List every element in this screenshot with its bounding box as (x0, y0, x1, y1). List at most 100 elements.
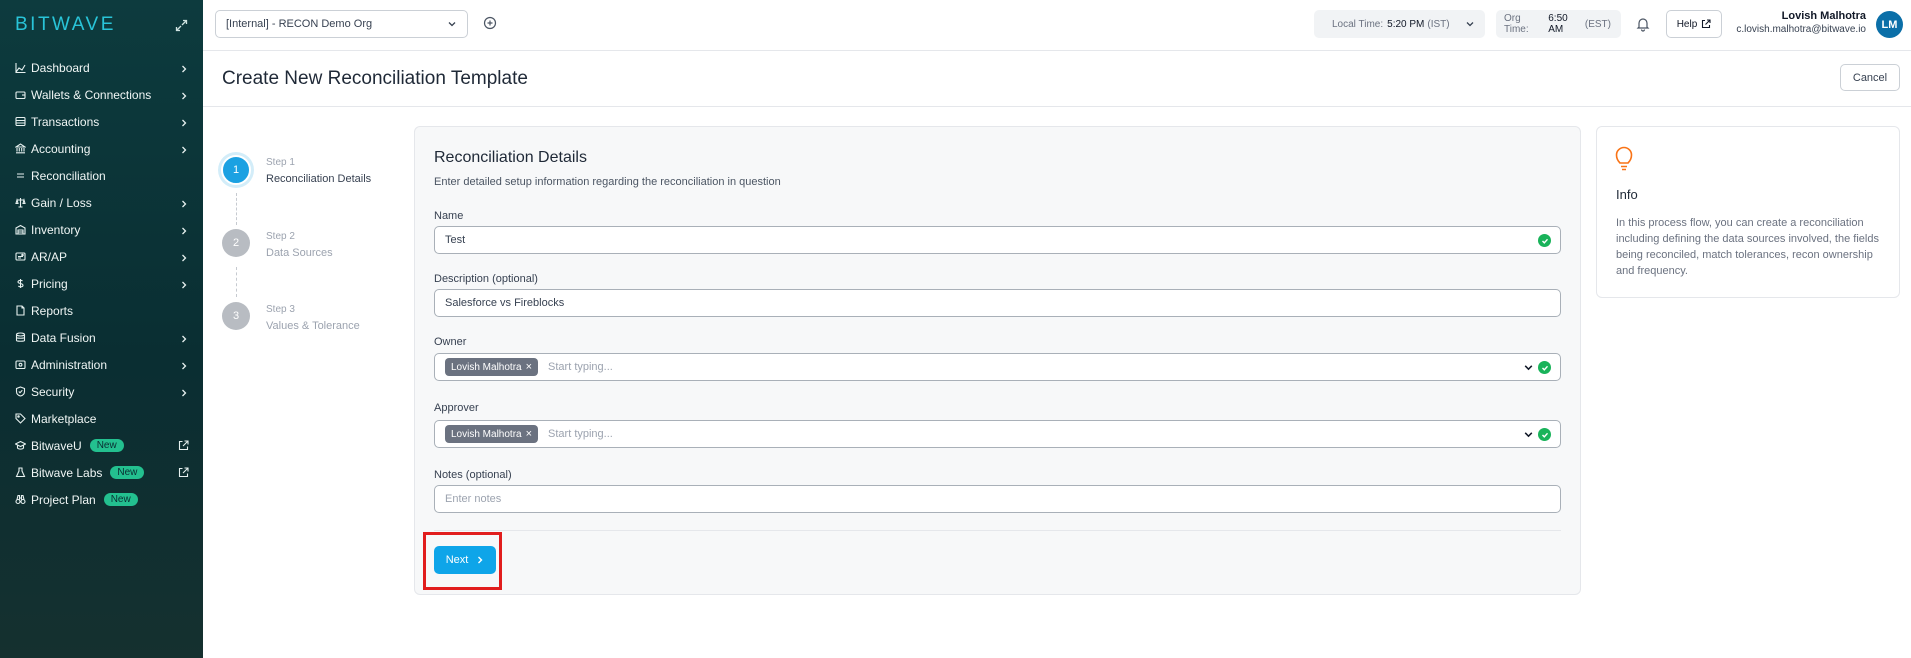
flask-icon (15, 467, 26, 478)
sidebar-item-label: Project Plan (31, 492, 96, 507)
chevron-right-icon (179, 252, 189, 262)
notes-field[interactable]: Enter notes (434, 485, 1561, 513)
sidebar-item-project-plan[interactable]: Project Plan New (0, 486, 203, 513)
owner-select[interactable]: Lovish Malhotra × Start typing... (434, 353, 1561, 381)
reconciliation-details-form: Reconciliation Details Enter detailed se… (414, 126, 1581, 595)
table-icon (15, 116, 26, 127)
step-connector (236, 193, 237, 225)
sidebar-item-accounting[interactable]: Accounting (0, 135, 203, 162)
description-label: Description (optional) (434, 273, 538, 285)
owner-placeholder: Start typing... (548, 361, 613, 373)
add-org-icon[interactable] (483, 16, 497, 30)
sidebar-item-bitwaveu[interactable]: BitwaveU New (0, 432, 203, 459)
form-title: Reconciliation Details (434, 149, 587, 166)
avatar[interactable]: LM (1876, 11, 1903, 38)
new-badge: New (103, 493, 138, 506)
sidebar-item-label: Gain / Loss (31, 195, 92, 210)
sidebar-nav: Dashboard Wallets & Connections Transactio… (0, 50, 203, 513)
step-3-circle: 3 (222, 302, 250, 330)
sidebar-item-label: Marketplace (31, 411, 97, 426)
bitwave-logo[interactable]: BITWAVE (15, 14, 116, 36)
sidebar-item-label: Reports (31, 303, 74, 318)
step-2-circle: 2 (222, 229, 250, 257)
chevron-right-icon (179, 117, 189, 127)
org-time-value: 6:50 AM (1548, 13, 1568, 35)
user-name: Lovish Malhotra (1781, 10, 1866, 22)
chevron-right-icon (179, 63, 189, 73)
sidebar-item-label: Wallets & Connections (31, 87, 152, 102)
next-label: Next (445, 554, 469, 566)
user-email: c.lovish.malhotra@bitwave.io (1736, 24, 1866, 35)
cancel-button[interactable]: Cancel (1840, 64, 1900, 91)
step-3-title: Values & Tolerance (266, 320, 360, 332)
remove-chip-icon[interactable]: × (526, 428, 532, 440)
local-time-label: Local Time: (1332, 18, 1384, 30)
shield-icon (15, 386, 26, 397)
chevron-right-icon (478, 556, 483, 564)
sidebar-item-label: Dashboard (31, 60, 90, 75)
sidebar-item-label: BitwaveU (31, 438, 82, 453)
admin-icon (15, 359, 26, 370)
collapse-sidebar-icon[interactable] (173, 17, 189, 33)
sidebar-item-label: Security (31, 384, 75, 399)
approver-select[interactable]: Lovish Malhotra × Start typing... (434, 420, 1561, 448)
user-info[interactable]: Lovish Malhotra c.lovish.malhotra@bitwav… (1736, 10, 1866, 35)
owner-label: Owner (434, 336, 467, 348)
valid-check-icon (1538, 361, 1551, 374)
sidebar-item-label: Inventory (31, 222, 81, 237)
name-value: Test (445, 234, 466, 246)
chevron-right-icon (179, 90, 189, 100)
notes-label: Notes (optional) (434, 469, 512, 481)
bell-icon[interactable] (1635, 16, 1651, 32)
step-2-number: Step 2 (266, 231, 295, 242)
help-button[interactable]: Help (1666, 10, 1722, 38)
sidebar-item-inventory[interactable]: Inventory (0, 216, 203, 243)
tag-icon (15, 413, 26, 424)
database-icon (15, 332, 26, 343)
wallet-icon (15, 89, 26, 100)
sidebar-item-label: Bitwave Labs (31, 465, 103, 480)
owner-chip-label: Lovish Malhotra (451, 361, 522, 373)
external-link-icon (178, 467, 189, 478)
page-header: Create New Reconciliation Template Cance… (203, 51, 1911, 107)
chevron-right-icon (179, 333, 189, 343)
sidebar-item-ar-ap[interactable]: AR/AP (0, 243, 203, 270)
valid-check-icon (1538, 428, 1551, 441)
sidebar-item-administration[interactable]: Administration (0, 351, 203, 378)
sidebar-item-gain-loss[interactable]: Gain / Loss (0, 189, 203, 216)
local-time-zone: (IST) (1427, 18, 1450, 30)
info-title: Info (1616, 187, 1638, 202)
name-field[interactable]: Test (434, 226, 1561, 254)
chevron-down-icon[interactable] (1523, 362, 1534, 373)
info-card: Info In this process flow, you can creat… (1596, 126, 1900, 298)
sidebar-item-dashboard[interactable]: Dashboard (0, 54, 203, 81)
approver-label: Approver (434, 402, 479, 414)
chevron-right-icon (179, 144, 189, 154)
scale-icon (15, 197, 26, 208)
graduation-cap-icon (15, 440, 26, 451)
sidebar-item-label: Reconciliation (31, 168, 106, 183)
sidebar-item-reconciliation[interactable]: Reconciliation (0, 162, 203, 189)
notes-placeholder: Enter notes (445, 493, 502, 505)
sidebar-item-bitwave-labs[interactable]: Bitwave Labs New (0, 459, 203, 486)
sidebar-item-marketplace[interactable]: Marketplace (0, 405, 203, 432)
org-time-zone: (EST) (1584, 18, 1611, 30)
sidebar-item-pricing[interactable]: Pricing (0, 270, 203, 297)
description-field[interactable]: Salesforce vs Fireblocks (434, 289, 1561, 317)
approver-chip[interactable]: Lovish Malhotra × (445, 425, 539, 443)
sidebar-item-security[interactable]: Security (0, 378, 203, 405)
sidebar-item-wallets-connections[interactable]: Wallets & Connections (0, 81, 203, 108)
new-badge: New (89, 439, 124, 452)
org-time-label: Org Time: (1504, 13, 1529, 35)
chevron-down-icon[interactable] (1523, 429, 1534, 440)
next-button[interactable]: Next (434, 546, 496, 574)
sidebar-item-transactions[interactable]: Transactions (0, 108, 203, 135)
sidebar-item-data-fusion[interactable]: Data Fusion (0, 324, 203, 351)
owner-chip[interactable]: Lovish Malhotra × (445, 358, 539, 376)
org-select[interactable]: [Internal] - RECON Demo Org (215, 10, 468, 38)
sidebar-item-label: Data Fusion (31, 330, 96, 345)
sidebar-item-reports[interactable]: Reports (0, 297, 203, 324)
remove-chip-icon[interactable]: × (526, 361, 532, 373)
local-time-select[interactable]: Local Time: 5:20 PM (IST) (1314, 10, 1485, 38)
sidebar-item-label: Administration (31, 357, 108, 372)
